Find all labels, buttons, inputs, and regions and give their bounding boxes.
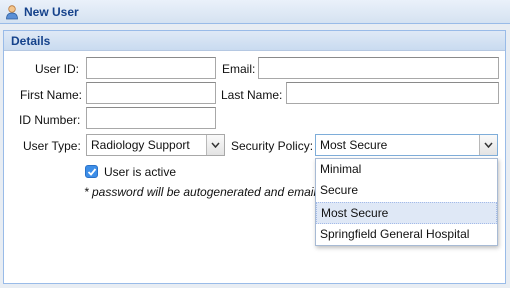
security-policy-option[interactable]: Secure: [316, 180, 497, 202]
last-name-input[interactable]: [286, 82, 499, 104]
window-title: New User: [24, 5, 79, 19]
email-label: Email:: [222, 62, 256, 76]
user-active-label[interactable]: User is active: [104, 165, 176, 179]
security-policy-option[interactable]: Springfield General Hospital: [316, 224, 497, 246]
id-number-label: ID Number:: [19, 113, 81, 127]
user-type-value: Radiology Support: [91, 138, 190, 152]
user-id-label: User ID:: [35, 62, 80, 76]
user-active-checkbox[interactable]: [85, 165, 98, 178]
user-type-label: User Type:: [23, 139, 81, 153]
last-name-label: Last Name:: [221, 88, 283, 102]
user-type-dropdown-trigger[interactable]: [206, 135, 224, 155]
security-policy-dropdown-list: Minimal Secure Most Secure Springfield G…: [315, 158, 498, 246]
security-policy-dropdown-trigger[interactable]: [479, 135, 497, 155]
first-name-input[interactable]: [86, 82, 216, 104]
email-input[interactable]: [258, 57, 499, 79]
first-name-label: First Name:: [20, 88, 83, 102]
user-type-select[interactable]: Radiology Support: [86, 134, 225, 156]
details-legend: Details: [4, 31, 505, 51]
id-number-input[interactable]: [86, 107, 216, 129]
user-id-input[interactable]: [86, 57, 216, 79]
details-legend-label: Details: [11, 34, 51, 48]
security-policy-option[interactable]: Minimal: [316, 159, 497, 181]
security-policy-label: Security Policy:: [231, 139, 314, 153]
window-header: New User: [0, 0, 510, 24]
user-icon: [6, 5, 18, 20]
security-policy-option-selected[interactable]: Most Secure: [316, 202, 497, 224]
security-policy-select[interactable]: Most Secure: [315, 134, 498, 156]
security-policy-value: Most Secure: [320, 138, 388, 152]
checkmark-icon: [87, 168, 97, 176]
chevron-down-icon: [211, 142, 220, 148]
chevron-down-icon: [484, 142, 493, 148]
password-note: * password will be autogenerated and ema…: [84, 185, 320, 199]
